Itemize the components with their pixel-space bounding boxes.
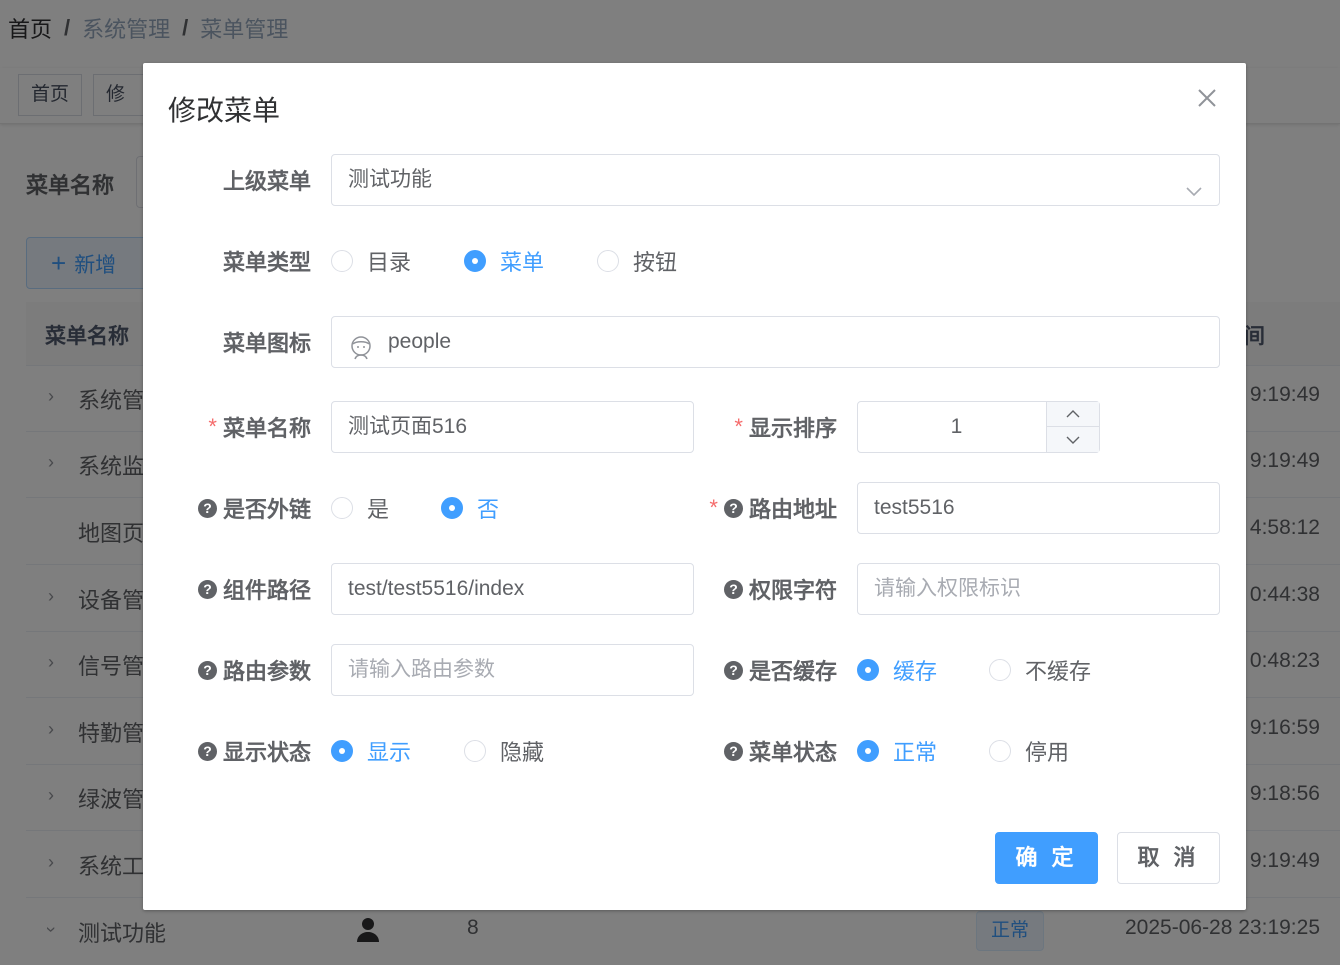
radio-circle[interactable] [597, 250, 619, 272]
radio-circle[interactable] [857, 740, 879, 762]
radio-circle[interactable] [464, 740, 486, 762]
parent-menu-select[interactable]: 测试功能 [331, 154, 1220, 206]
status-radio-normal[interactable]: 正常 [857, 725, 937, 777]
menu-icon-input[interactable]: people [331, 316, 1220, 368]
question-icon[interactable]: ? [197, 741, 217, 761]
status-label: ? 菜单状态 [709, 725, 837, 777]
visible-radio-show[interactable]: 显示 [331, 725, 411, 777]
visible-radio-hide[interactable]: 隐藏 [464, 725, 544, 777]
cache-label: ? 是否缓存 [709, 644, 837, 696]
dialog-title: 修改菜单 [168, 95, 281, 126]
radio-circle[interactable] [989, 740, 1011, 762]
radio-circle[interactable] [331, 497, 353, 519]
route-path-input[interactable]: test5516 [857, 482, 1220, 534]
question-icon[interactable]: ? [197, 579, 217, 599]
is-frame-radio-yes[interactable]: 是 [331, 482, 389, 534]
menu-type-label: 菜单类型 [222, 250, 311, 275]
perms-input[interactable]: 请输入权限标识 [857, 563, 1220, 615]
question-icon[interactable]: ? [197, 498, 217, 518]
stepper-controls [1046, 402, 1099, 452]
radio-circle[interactable] [441, 497, 463, 519]
question-icon[interactable]: ? [723, 498, 743, 518]
is-frame-label: ? 是否外链 [183, 482, 311, 534]
chevron-down-icon [1185, 169, 1203, 219]
menu-name-label: * 菜单名称 [208, 414, 311, 441]
order-value[interactable]: 1 [858, 402, 1055, 452]
question-icon[interactable]: ? [197, 660, 217, 680]
cancel-button[interactable]: 取 消 [1117, 832, 1220, 884]
radio-circle[interactable] [857, 659, 879, 681]
parent-menu-label: 上级菜单 [222, 169, 311, 194]
radio-circle[interactable] [464, 250, 486, 272]
query-label: ? 路由参数 [183, 644, 311, 696]
order-label: * 显示排序 [734, 414, 837, 441]
confirm-button[interactable]: 确 定 [995, 832, 1098, 884]
menu-icon-value: people [388, 330, 452, 353]
component-label: ? 组件路径 [183, 563, 311, 615]
cache-radio-cache[interactable]: 缓存 [857, 644, 937, 696]
status-radio-disabled[interactable]: 停用 [989, 725, 1069, 777]
radio-circle[interactable] [331, 740, 353, 762]
question-icon[interactable]: ? [723, 741, 743, 761]
menu-type-radio-button[interactable]: 按钮 [597, 235, 677, 287]
route-path-label: *? 路由地址 [709, 495, 837, 522]
is-frame-radio-no[interactable]: 否 [441, 482, 499, 534]
menu-type-radio-directory[interactable]: 目录 [331, 235, 411, 287]
menu-name-input[interactable]: 测试页面516 [331, 401, 694, 453]
order-stepper[interactable]: 1 [857, 401, 1100, 453]
component-input[interactable]: test/test5516/index [331, 563, 694, 615]
cache-radio-no-cache[interactable]: 不缓存 [989, 644, 1091, 696]
close-icon[interactable] [1194, 85, 1220, 111]
chevron-down-icon[interactable] [1047, 427, 1099, 452]
perms-label: ? 权限字符 [709, 563, 837, 615]
parent-menu-value: 测试功能 [348, 168, 432, 191]
chevron-up-icon[interactable] [1047, 402, 1099, 427]
menu-icon-label: 菜单图标 [222, 331, 311, 356]
radio-circle[interactable] [989, 659, 1011, 681]
question-icon[interactable]: ? [723, 579, 743, 599]
visible-label: ? 显示状态 [183, 725, 311, 777]
menu-type-radio-menu[interactable]: 菜单 [464, 235, 544, 287]
question-icon[interactable]: ? [723, 660, 743, 680]
query-input[interactable]: 请输入路由参数 [331, 644, 694, 696]
people-icon [348, 330, 374, 380]
radio-circle[interactable] [331, 250, 353, 272]
edit-menu-dialog: 修改菜单 上级菜单 测试功能 菜单类型 目录 菜单 按钮 菜单图标 people… [143, 63, 1246, 910]
